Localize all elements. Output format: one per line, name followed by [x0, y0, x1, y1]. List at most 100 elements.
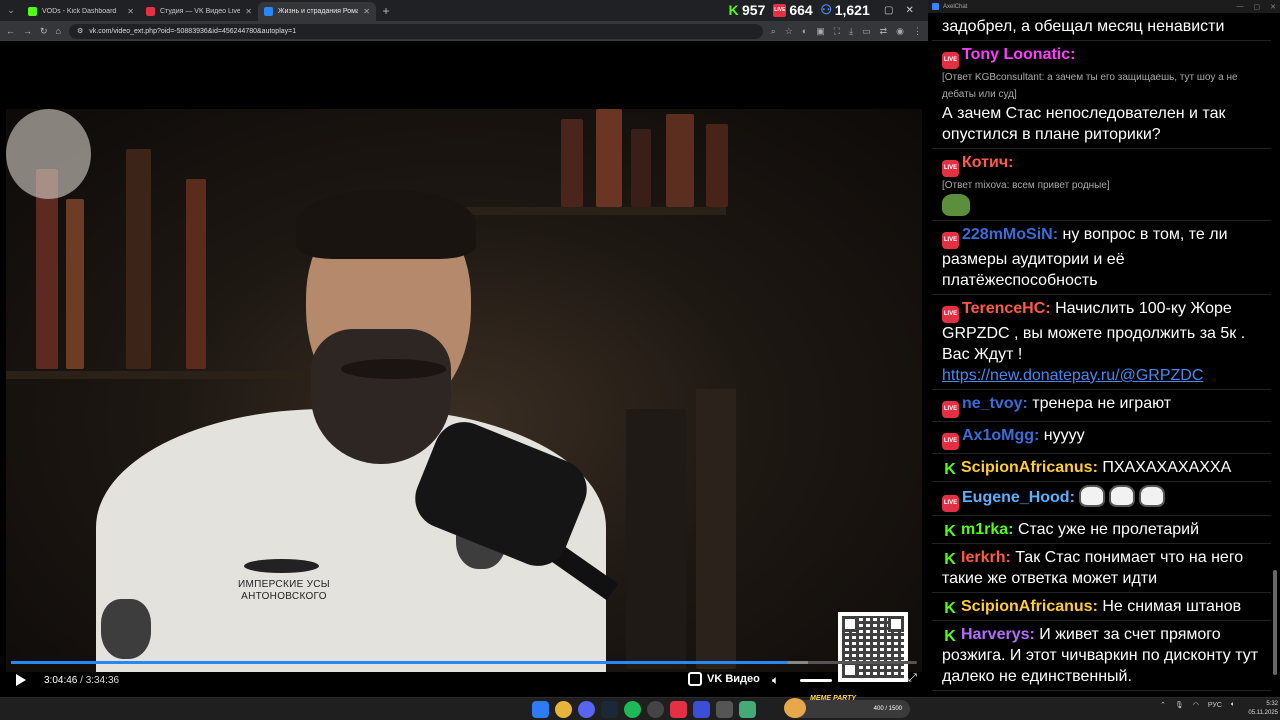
chat-message-list[interactable]: задобрел, а обещал месяц ненависти LIVE To… — [932, 13, 1271, 697]
tab-kick-dashboard[interactable]: VODs - Kick Dashboard ✕ — [22, 2, 140, 21]
address-bar-row: ← → ↻ ⌂ ⚙ vk.com/video_ext.php?oid=-5088… — [0, 21, 928, 41]
chat-username[interactable]: ne_tvoy: — [962, 395, 1028, 412]
system-clock[interactable]: 5:32 05.11.2025 — [1230, 700, 1278, 718]
clock-time: 5:32 — [1266, 701, 1278, 707]
chat-message: LIVE Котич: [Ответ mixova: всем привет ро… — [932, 149, 1271, 221]
new-tab-button[interactable]: + — [376, 4, 396, 18]
chat-username[interactable]: Ierkrh: — [961, 549, 1011, 566]
maximize-icon[interactable]: ▢ — [1254, 3, 1261, 11]
tab-close-icon[interactable]: ✕ — [127, 7, 134, 16]
tab-title: Жизнь и страдания Романа А — [278, 8, 359, 15]
kick-badge-icon: K — [944, 523, 956, 540]
progress-fill — [11, 661, 789, 664]
video-player[interactable]: ИМПЕРСКИЕ УСЫ АНТОНОВСКОГО 3:04:46 / 3:3… — [0, 41, 928, 697]
system-tray: ⌃ 🎙︎ ◠ РУС 🔈︎ — [1160, 701, 1235, 709]
home-icon[interactable]: ⌂ — [56, 26, 61, 36]
downloads-icon[interactable]: ⤓ — [849, 26, 853, 37]
player-controls: 3:04:46 / 3:34:36 VK Видео 🔈︎ ⤢ — [0, 669, 928, 691]
embroidered-mustache-logo — [244, 559, 319, 573]
chat-text: задобрел, а обещал месяц ненависти — [942, 18, 1225, 35]
tray-language[interactable]: РУС — [1208, 702, 1222, 709]
chat-username[interactable]: ScipionAfricanus: — [961, 459, 1098, 476]
extension-icon[interactable]: ⛶ — [834, 26, 840, 37]
chat-username[interactable]: Котич: — [962, 154, 1013, 171]
windows-taskbar: MEME PARTY 400 / 1500 ⌃ 🎙︎ ◠ РУС 🔈︎ 5:32… — [0, 695, 1280, 720]
kick-badge-icon: K — [944, 628, 956, 645]
sidebar-icon[interactable]: ▭ — [862, 26, 871, 37]
chat-scrollbar[interactable] — [1273, 570, 1277, 675]
play-icon[interactable] — [16, 674, 26, 686]
person-mustache — [341, 359, 446, 379]
minimize-icon[interactable]: — — [1237, 3, 1244, 11]
tab-vk-studio[interactable]: Студия — VK Видео Live ✕ — [140, 2, 258, 21]
vk-live-badge-icon: LIVE — [942, 160, 959, 177]
close-window-icon[interactable]: ✕ — [905, 5, 913, 16]
chat-username[interactable]: m1rka: — [961, 521, 1013, 538]
chrome-icon[interactable] — [555, 701, 572, 718]
chat-text: нуууу — [1043, 427, 1085, 444]
chat-message: K Harverys: И живет за счет прямого розжи… — [932, 621, 1271, 691]
discord-icon[interactable] — [578, 701, 595, 718]
tab-search-icon[interactable]: ⌄ — [0, 0, 22, 21]
tray-chevron-icon[interactable]: ⌃ — [1160, 701, 1166, 709]
vk-video-brand[interactable]: VK Видео — [688, 672, 760, 686]
reload-icon[interactable]: ↻ — [40, 26, 48, 37]
tab-close-icon[interactable]: ✕ — [245, 7, 252, 16]
chat-username[interactable]: TerenceHC: — [962, 300, 1051, 317]
url-field[interactable]: ⚙ vk.com/video_ext.php?oid=-50883936&id=… — [68, 23, 763, 39]
volume-slider[interactable] — [800, 679, 832, 682]
qr-finder — [888, 616, 904, 632]
extension-icon[interactable]: ▣ — [816, 26, 825, 37]
chat-username[interactable]: Tony Loonatic: — [962, 46, 1075, 63]
app-icon — [932, 3, 939, 10]
steam-icon[interactable] — [601, 701, 618, 718]
chat-message: LIVE TerenceHC: Начислить 100-ку Жоре GRP… — [932, 295, 1271, 390]
tab-vk-video[interactable]: Жизнь и страдания Романа А ✕ — [258, 2, 376, 21]
maximize-icon[interactable]: ▢ — [884, 5, 893, 16]
chat-username[interactable]: Harverys: — [961, 626, 1035, 643]
qr-finder — [842, 616, 858, 632]
obs-icon[interactable] — [647, 701, 664, 718]
tab-close-icon[interactable]: ✕ — [363, 7, 370, 16]
volume-icon[interactable]: 🔈︎ — [772, 673, 779, 688]
person-hair — [296, 189, 476, 259]
chat-username[interactable]: Eugene_Hood: — [962, 489, 1075, 506]
bookmark-star-icon[interactable]: ☆ — [785, 26, 793, 37]
chat-text: Стас уже не пролетарий — [1017, 521, 1200, 538]
app-icon[interactable] — [693, 701, 710, 718]
profile-icon[interactable]: ◉ — [896, 26, 904, 37]
shelf — [6, 371, 336, 379]
chat-username[interactable]: Ax1oMgg: — [962, 427, 1039, 444]
menu-icon[interactable]: ⋮ — [913, 26, 922, 37]
kick-logo-icon: K — [728, 2, 739, 18]
vk-live-badge-icon: LIVE — [942, 52, 959, 69]
book — [631, 129, 651, 207]
back-icon[interactable]: ← — [6, 26, 15, 36]
vk-live-badge-icon: LIVE — [942, 495, 959, 512]
chat-username[interactable]: ScipionAfricanus: — [961, 598, 1098, 615]
start-icon[interactable] — [532, 701, 549, 718]
current-time: 3:04:46 — [44, 674, 78, 686]
brand-label: VK Видео — [707, 673, 760, 685]
chat-message: LIVE ne_tvoy: тренера не играют — [932, 390, 1271, 422]
app-icon[interactable] — [716, 701, 733, 718]
chat-link[interactable]: https://new.donatepay.ru/@GRPZDC — [942, 365, 1263, 386]
extension-icon[interactable]: ⇄ — [880, 26, 888, 37]
video-frame: ИМПЕРСКИЕ УСЫ АНТОНОВСКОГО — [6, 109, 922, 672]
spotify-icon[interactable] — [624, 701, 641, 718]
wifi-icon[interactable]: ◠ — [1193, 701, 1199, 709]
mic-icon[interactable]: 🎙︎ — [1175, 701, 1184, 709]
app-icon[interactable] — [739, 701, 756, 718]
app-icon[interactable] — [670, 701, 687, 718]
fullscreen-icon[interactable]: ⤢ — [908, 672, 917, 685]
vk-live-badge-icon: LIVE — [942, 433, 959, 450]
zoom-icon[interactable]: ⌕ — [771, 26, 776, 37]
kick-viewer-count: K 957 — [728, 2, 765, 18]
site-info-icon[interactable]: ⚙ — [77, 27, 83, 35]
tab-title: VODs - Kick Dashboard — [42, 8, 117, 15]
video-progress-bar[interactable] — [11, 661, 917, 664]
chat-username[interactable]: 228mMoSiN: — [962, 226, 1058, 243]
forward-icon[interactable]: → — [23, 26, 32, 36]
extension-icon[interactable]: ◐ — [802, 26, 807, 37]
close-icon[interactable]: ✕ — [1270, 3, 1276, 11]
